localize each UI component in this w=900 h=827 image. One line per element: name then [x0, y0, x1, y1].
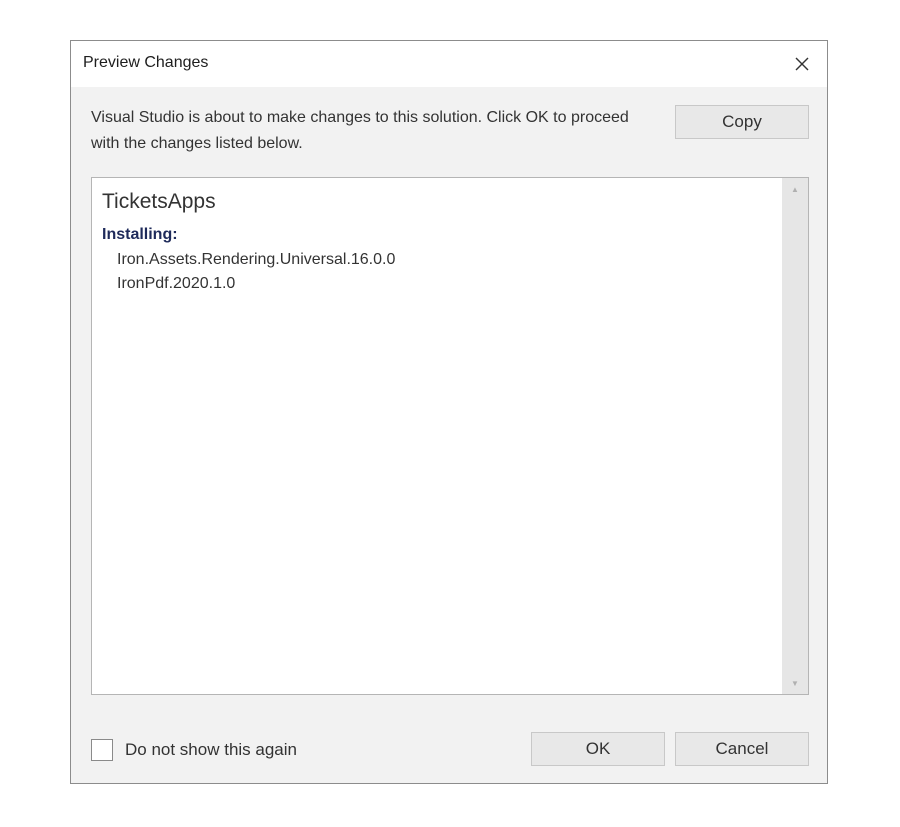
project-name: TicketsApps [102, 190, 216, 213]
checkbox-label: Do not show this again [125, 740, 297, 759]
do-not-show-again-option[interactable]: Do not show this again [91, 739, 297, 761]
do-not-show-again-checkbox[interactable] [91, 739, 113, 761]
changes-list-box[interactable]: TicketsApps Installing: Iron.Assets.Rend… [91, 177, 809, 695]
title-bar: Preview Changes [71, 41, 827, 87]
package-item: Iron.Assets.Rendering.Universal.16.0.0 [117, 251, 396, 268]
scroll-down-icon[interactable]: ▼ [782, 674, 808, 692]
changes-content: TicketsApps Installing: Iron.Assets.Rend… [102, 190, 778, 296]
close-icon [795, 57, 809, 71]
close-button[interactable] [787, 49, 817, 79]
vertical-scrollbar[interactable]: ▲ ▼ [782, 178, 808, 694]
cancel-button[interactable]: Cancel [675, 732, 809, 766]
ok-button[interactable]: OK [531, 732, 665, 766]
dialog-description: Visual Studio is about to make changes t… [91, 109, 629, 152]
scroll-up-icon[interactable]: ▲ [782, 180, 808, 198]
installing-heading: Installing: [102, 226, 178, 243]
copy-button[interactable]: Copy [675, 105, 809, 139]
package-item: IronPdf.2020.1.0 [117, 275, 236, 292]
dialog-title: Preview Changes [83, 54, 209, 71]
preview-changes-dialog: Preview Changes Visual Studio is about t… [70, 40, 828, 784]
